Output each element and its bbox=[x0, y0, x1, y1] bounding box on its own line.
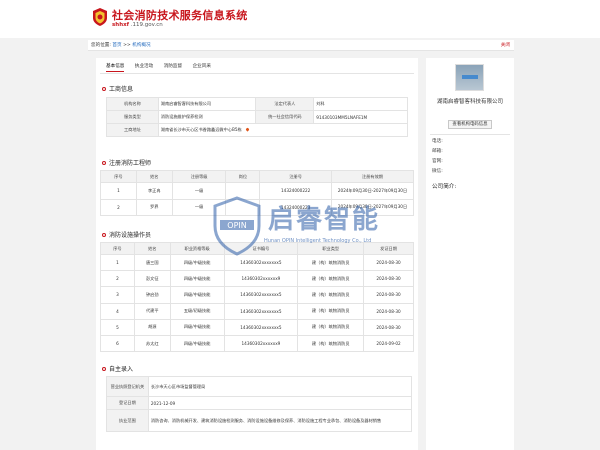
company-logo-image bbox=[455, 64, 484, 91]
tab-practice-activity[interactable]: 执业活动 bbox=[135, 63, 153, 71]
site-header: 社会消防技术服务信息系统 shhxf .119.gov.cn bbox=[0, 0, 600, 38]
breadcrumb-current[interactable]: 机构概况 bbox=[132, 43, 150, 48]
section-marker-icon bbox=[102, 232, 106, 237]
business-info-table: 机构名称 湖南启睿智客科技有限公司 法定代表人 刘科 服务类型 消防设施维护保养检测 … bbox=[106, 97, 409, 137]
table-row: 2 彭文征 四级/中级技能 14360302xxxxxx9 建（构）筑物消防员 2024-… bbox=[100, 270, 414, 288]
breadcrumb-home-link[interactable]: 首页 bbox=[112, 43, 121, 48]
site-url: shhxf .119.gov.cn bbox=[112, 22, 163, 28]
contact-email: 邮箱: bbox=[432, 149, 443, 154]
tab-company-style[interactable]: 企业风采 bbox=[193, 63, 211, 71]
svg-text:OPIN: OPIN bbox=[227, 221, 246, 230]
table-row: 营业执照登记机关 长沙市天心区市场监督管理局 bbox=[106, 376, 413, 397]
map-pin-icon[interactable] bbox=[245, 127, 250, 132]
section-self-entry: 自主录入 bbox=[102, 364, 133, 373]
section-operators: 消防设施操作员 bbox=[102, 230, 151, 239]
section-marker-icon bbox=[102, 160, 106, 165]
section-business-info: 工商信息 bbox=[102, 84, 133, 93]
contact-phone: 电话: bbox=[432, 139, 443, 144]
tab-divider bbox=[100, 73, 414, 74]
table-row: 6 苏太红 四级/中级技能 14360302xxxxxx9 建（构）筑物消防员 2024-… bbox=[100, 334, 414, 353]
table-row: 4 代建平 五级/初级技能 14360302xxxxxxx5 建（构）筑物消防员 2024… bbox=[100, 302, 414, 320]
fire-emblem-icon bbox=[93, 8, 107, 26]
self-entry-table: 营业执照登记机关 长沙市天心区市场监督管理局 登记日期 2021-12-09 执业范… bbox=[106, 376, 413, 432]
section-marker-icon bbox=[102, 366, 106, 371]
table-row: 工商地址 湖南省长沙市天心区书香路鑫远微中心B5栋 bbox=[106, 123, 409, 137]
opin-watermark-icon: OPIN bbox=[213, 196, 261, 256]
section-engineers: 注册消防工程师 bbox=[102, 158, 151, 167]
close-link[interactable]: 关闭 bbox=[501, 40, 510, 51]
breadcrumb: 您的位置: 首页 >> 机构概况 关闭 bbox=[88, 40, 514, 51]
company-name: 湖南启睿智客科技有限公司 bbox=[436, 99, 503, 105]
table-row: 机构名称 湖南启睿智客科技有限公司 法定代表人 刘科 bbox=[106, 97, 408, 111]
tab-bar: 基本信息 执业活动 消防监督 企业风采 bbox=[106, 63, 220, 73]
company-profile-heading: 公司简介: bbox=[432, 184, 457, 190]
tab-basic-info[interactable]: 基本信息 bbox=[106, 63, 125, 72]
tab-fire-supervision[interactable]: 消防监督 bbox=[164, 63, 182, 71]
main-panel: 基本信息 执业活动 消防监督 企业风采 工商信息 机构名称 湖南启睿智客科技有限公… bbox=[96, 58, 418, 450]
watermark-subtitle: Hunan OPIN Intelligent Technology Co., L… bbox=[264, 238, 372, 244]
table-row: 登记日期 2021-12-09 bbox=[106, 396, 413, 410]
table-row: 3 钟启劲 四级/中级技能 14360302xxxxxxx5 建（构）筑物消防员 2024… bbox=[100, 286, 414, 304]
contact-wechat: 微信: bbox=[432, 169, 443, 174]
site-title: 社会消防技术服务信息系统 bbox=[112, 9, 248, 22]
contact-website: 官网: bbox=[432, 159, 443, 164]
company-card: 湖南启睿智客科技有限公司 查看机构电码信息 电话: 邮箱: 官网: 微信: 公司… bbox=[426, 58, 514, 450]
operators-table: 序号 姓名 职业资格等级 证书编号 职业类型 发证日期 1 唐三国 四级/中级技能 14360… bbox=[100, 242, 414, 353]
table-row: 1 唐三国 四级/中级技能 14360302xxxxxxx5 建（构）筑物消防员 2024… bbox=[100, 253, 414, 272]
table-row: 执业范围 消防咨询、消防机械开发、建筑消防设施检测服务、消防设施设备维修及保养、消… bbox=[106, 409, 413, 432]
watermark-brand: 启睿智能 bbox=[268, 205, 381, 235]
view-code-info-button[interactable]: 查看机构电码信息 bbox=[448, 120, 492, 129]
table-row: 5 胡源 四级/中级技能 14360302xxxxxxx5 建（构）筑物消防员 2024-… bbox=[100, 318, 414, 336]
section-marker-icon bbox=[102, 86, 106, 91]
address-value: 湖南省长沙市天心区书香路鑫远微中心B5栋 bbox=[160, 127, 242, 132]
table-row: 服务类型 消防设施维护保养检测 统一社会信用代码 91430103MM5LNAFE1… bbox=[106, 110, 408, 124]
